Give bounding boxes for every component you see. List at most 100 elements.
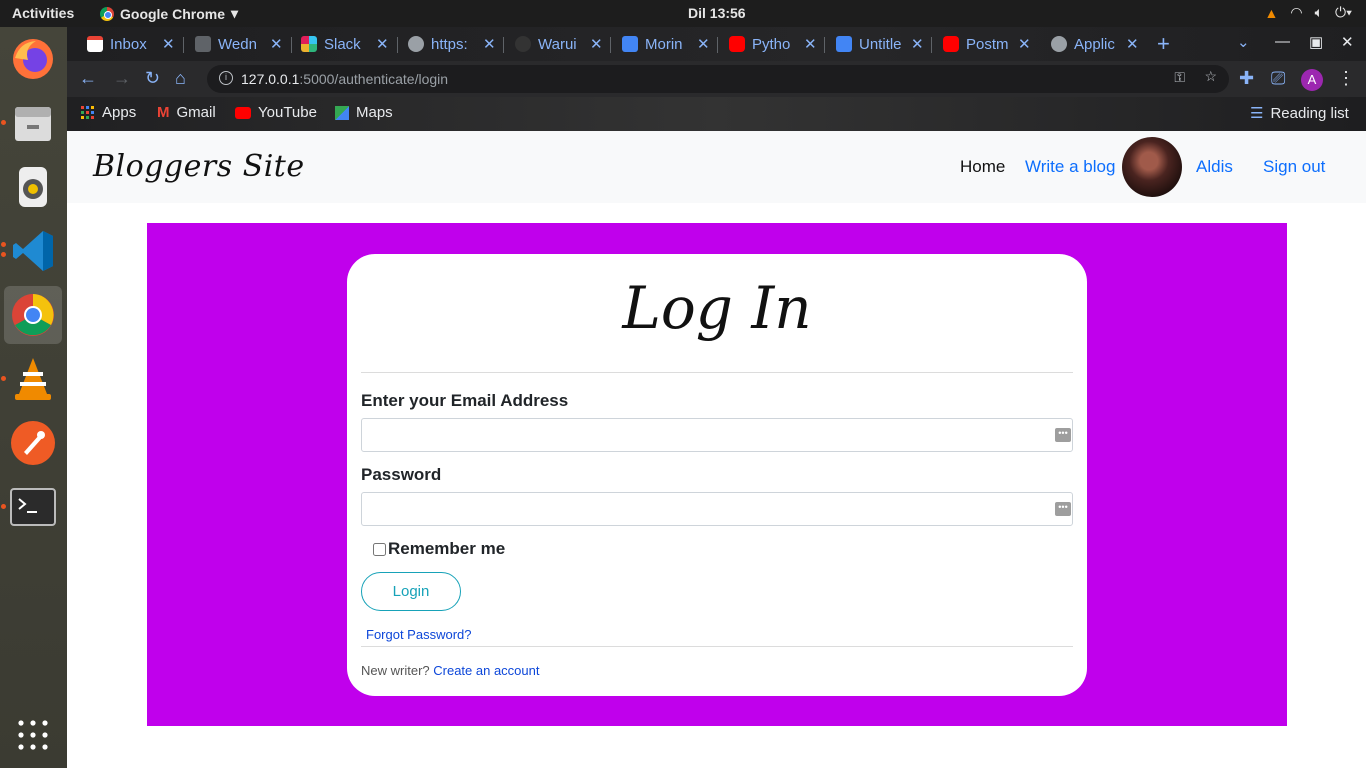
tab[interactable]: https: ✕ bbox=[408, 32, 496, 56]
bookmark-youtube[interactable]: YouTube bbox=[235, 104, 317, 121]
reading-list-label: Reading list bbox=[1270, 104, 1349, 122]
youtube-icon bbox=[729, 36, 745, 52]
new-writer-text: New writer? bbox=[361, 663, 430, 678]
tab-active[interactable]: Applic ✕ bbox=[1051, 32, 1139, 56]
bookmark-label: Maps bbox=[356, 104, 393, 121]
cast-icon[interactable]: ⎚ bbox=[1271, 68, 1285, 89]
web-page: Bloggers Site Home Write a blog Aldis Si… bbox=[67, 131, 1366, 768]
back-arrow-icon[interactable]: ← bbox=[79, 68, 97, 89]
password-field[interactable] bbox=[361, 492, 1073, 526]
dock-rhythmbox[interactable] bbox=[4, 158, 62, 216]
apps-grid-icon bbox=[81, 105, 94, 119]
tab[interactable]: Wedn ✕ bbox=[195, 32, 283, 56]
password-manager-icon[interactable]: ••• bbox=[1055, 502, 1071, 516]
nav-signout-link[interactable]: Sign out bbox=[1263, 157, 1325, 177]
signup-prompt: New writer? Create an account bbox=[361, 663, 539, 678]
close-icon[interactable]: ✕ bbox=[804, 35, 817, 53]
reload-icon[interactable]: ↻ bbox=[145, 68, 160, 89]
login-background-panel: Log In Enter your Email Address ••• Pass… bbox=[147, 223, 1287, 726]
youtube-icon bbox=[235, 106, 251, 119]
close-icon[interactable]: ✕ bbox=[162, 35, 175, 53]
minimize-icon[interactable]: — bbox=[1275, 33, 1290, 50]
close-icon[interactable]: ✕ bbox=[483, 35, 496, 53]
bookmark-apps[interactable]: Apps bbox=[81, 104, 136, 121]
dock-terminal[interactable] bbox=[1, 478, 62, 536]
site-brand[interactable]: Bloggers Site bbox=[93, 149, 305, 184]
system-tray[interactable]: ▲ ◠ 🔈︎ ⏻▾ bbox=[1265, 4, 1352, 21]
tab[interactable]: Warui ✕ bbox=[515, 32, 603, 56]
menu-icon[interactable]: ⋮ bbox=[1337, 68, 1355, 89]
dock-files[interactable] bbox=[1, 94, 62, 152]
tab-label: Untitle bbox=[859, 35, 901, 53]
nav-user-link[interactable]: Aldis bbox=[1196, 157, 1233, 177]
tab-label: Slack | bbox=[324, 35, 366, 53]
dock-vlc[interactable] bbox=[1, 350, 62, 408]
home-icon[interactable]: ⌂ bbox=[175, 68, 186, 89]
bookmark-label: Gmail bbox=[176, 104, 216, 121]
tab-label: Postm bbox=[966, 35, 1008, 53]
github-icon bbox=[515, 36, 531, 52]
dock-vscode[interactable] bbox=[1, 222, 62, 280]
reading-list[interactable]: ☰ Reading list bbox=[1250, 104, 1349, 123]
close-icon[interactable]: ✕ bbox=[911, 35, 924, 53]
vlc-icon bbox=[15, 358, 51, 400]
tab[interactable]: Pytho ✕ bbox=[729, 32, 817, 56]
address-bar[interactable]: i 127.0.0.1:5000/authenticate/login ⚿ ☆ bbox=[207, 65, 1229, 93]
show-applications-button[interactable] bbox=[4, 706, 62, 764]
extensions-icon[interactable]: ✚ bbox=[1239, 68, 1254, 89]
app-menu[interactable]: Google Chrome ▾ bbox=[100, 5, 238, 22]
remember-me-checkbox[interactable] bbox=[373, 542, 386, 556]
close-icon[interactable]: ✕ bbox=[270, 35, 283, 53]
profile-avatar[interactable]: A bbox=[1301, 69, 1323, 91]
remember-me-label: Remember me bbox=[388, 539, 506, 558]
tab[interactable]: Slack | ✕ bbox=[301, 32, 389, 56]
tab[interactable]: Untitle ✕ bbox=[836, 32, 924, 56]
key-icon[interactable]: ⚿ bbox=[1174, 69, 1185, 86]
nav-write-blog-link[interactable]: Write a blog bbox=[1025, 157, 1115, 177]
dock-postman[interactable] bbox=[4, 414, 62, 472]
clock[interactable]: Dil 13:56 bbox=[688, 5, 746, 21]
close-icon[interactable]: ✕ bbox=[1018, 35, 1031, 53]
password-manager-icon[interactable]: ••• bbox=[1055, 428, 1071, 442]
close-icon[interactable]: ✕ bbox=[1126, 35, 1139, 53]
dock-chrome[interactable] bbox=[4, 286, 62, 344]
tab[interactable]: Postm ✕ bbox=[943, 32, 1031, 56]
login-card: Log In Enter your Email Address ••• Pass… bbox=[347, 254, 1087, 696]
create-account-link[interactable]: Create an account bbox=[433, 663, 539, 678]
url-text[interactable]: 127.0.0.1:5000/authenticate/login bbox=[241, 71, 448, 87]
nav-home-link[interactable]: Home bbox=[960, 157, 1005, 177]
avatar[interactable] bbox=[1122, 137, 1182, 197]
bookmark-label: Apps bbox=[102, 104, 137, 121]
close-icon[interactable]: ✕ bbox=[590, 35, 603, 53]
star-icon[interactable]: ☆ bbox=[1204, 68, 1217, 85]
password-label: Password bbox=[361, 465, 442, 484]
close-icon[interactable]: ✕ bbox=[697, 35, 710, 53]
login-button[interactable]: Login bbox=[361, 572, 461, 611]
bookmark-gmail[interactable]: M Gmail bbox=[157, 104, 216, 121]
close-window-icon[interactable]: ✕ bbox=[1341, 33, 1354, 51]
remember-me[interactable]: Remember me bbox=[373, 539, 505, 559]
forgot-password-link[interactable]: Forgot Password? bbox=[366, 627, 472, 642]
forward-arrow-icon[interactable]: → bbox=[113, 68, 131, 89]
maximize-icon[interactable]: ▣ bbox=[1309, 33, 1323, 51]
bookmark-maps[interactable]: Maps bbox=[335, 104, 393, 121]
chevron-down-icon: ▾ bbox=[231, 5, 239, 21]
tab-search-icon[interactable]: ⌄ bbox=[1237, 33, 1250, 51]
gmail-icon: M bbox=[157, 104, 170, 121]
firefox-icon bbox=[13, 39, 53, 79]
activities-button[interactable]: Activities bbox=[12, 5, 74, 21]
apps-grid-icon bbox=[18, 720, 48, 750]
tab[interactable]: Morin ✕ bbox=[622, 32, 710, 56]
email-field[interactable] bbox=[361, 418, 1073, 452]
site-info-icon[interactable]: i bbox=[219, 71, 233, 85]
vscode-icon bbox=[13, 231, 53, 271]
calendar-icon bbox=[622, 36, 638, 52]
vlc-tray-icon[interactable]: ▲ bbox=[1265, 5, 1279, 21]
new-tab-button[interactable]: + bbox=[1157, 31, 1170, 57]
speaker-icon bbox=[19, 167, 47, 207]
tab[interactable]: Inbox ✕ bbox=[87, 32, 175, 56]
dock-firefox[interactable] bbox=[4, 30, 62, 88]
tab-label: Inbox bbox=[110, 35, 147, 53]
close-icon[interactable]: ✕ bbox=[376, 35, 389, 53]
page-title: Log In bbox=[622, 274, 812, 342]
